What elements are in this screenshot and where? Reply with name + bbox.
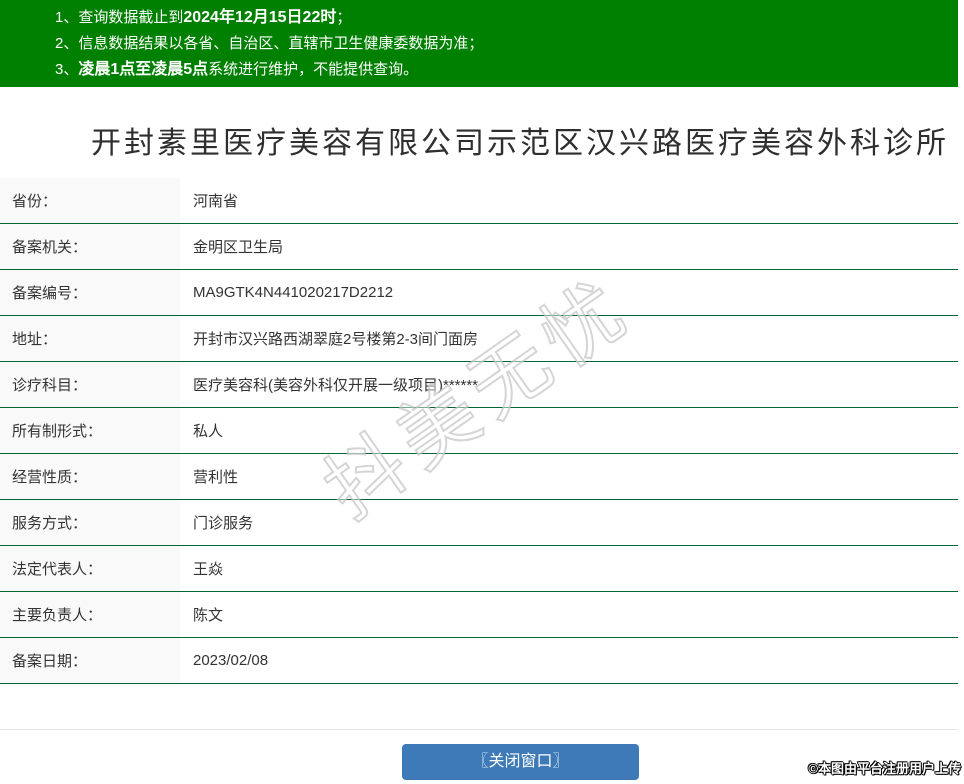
row-label: 经营性质： bbox=[0, 454, 180, 499]
notice-number: 2、 bbox=[55, 35, 78, 52]
row-value: 门诊服务 bbox=[180, 500, 958, 545]
row-value: 营利性 bbox=[180, 454, 958, 499]
table-row: 省份： 河南省 bbox=[0, 178, 958, 224]
table-row: 服务方式： 门诊服务 bbox=[0, 500, 958, 546]
row-value: 河南省 bbox=[180, 178, 958, 223]
row-label: 所有制形式： bbox=[0, 408, 180, 453]
notice-text-pre: 信息数据结果以各省、自治区、直辖市卫生健康委数据为准； bbox=[78, 35, 483, 52]
table-row: 备案日期： 2023/02/08 bbox=[0, 638, 958, 684]
row-label: 备案日期： bbox=[0, 638, 180, 683]
row-label: 主要负责人： bbox=[0, 592, 180, 637]
row-label: 省份： bbox=[0, 178, 180, 223]
table-row: 备案机关： 金明区卫生局 bbox=[0, 224, 958, 270]
row-value: 私人 bbox=[180, 408, 958, 453]
page-title: 开封素里医疗美容有限公司示范区汉兴路医疗美容外科诊所 bbox=[0, 118, 964, 162]
notice-text-bold: 凌晨1点至凌晨5点 bbox=[78, 61, 208, 78]
close-window-button[interactable]: 〖关闭窗口〗 bbox=[402, 744, 639, 780]
row-label: 备案机关： bbox=[0, 224, 180, 269]
notice-text-pre: 查询数据截止到 bbox=[78, 9, 183, 26]
notice-text-bold: 2024年12月15日22时 bbox=[183, 9, 336, 26]
corner-watermark: ©本图由平台注册用户上传 bbox=[808, 758, 961, 777]
row-value: MA9GTK4N441020217D2212 bbox=[180, 270, 958, 315]
footer-divider bbox=[0, 729, 958, 730]
notice-text-post: 系统进行维护，不能提供查询。 bbox=[208, 61, 418, 78]
row-label: 地址： bbox=[0, 316, 180, 361]
row-value: 金明区卫生局 bbox=[180, 224, 958, 269]
notice-line: 3、凌晨1点至凌晨5点系统进行维护，不能提供查询。 bbox=[55, 57, 958, 83]
row-value: 陈文 bbox=[180, 592, 958, 637]
notice-number: 1、 bbox=[55, 9, 78, 26]
row-value: 开封市汉兴路西湖翠庭2号楼第2-3间门面房 bbox=[180, 316, 958, 361]
table-row: 经营性质： 营利性 bbox=[0, 454, 958, 500]
notice-line: 2、信息数据结果以各省、自治区、直辖市卫生健康委数据为准； bbox=[55, 31, 958, 57]
table-row: 主要负责人： 陈文 bbox=[0, 592, 958, 638]
notice-number: 3、 bbox=[55, 61, 78, 78]
record-table: 省份： 河南省 备案机关： 金明区卫生局 备案编号： MA9GTK4N44102… bbox=[0, 178, 958, 684]
table-row: 备案编号： MA9GTK4N441020217D2212 bbox=[0, 270, 958, 316]
row-label: 服务方式： bbox=[0, 500, 180, 545]
row-value: 2023/02/08 bbox=[180, 638, 958, 683]
notice-line: 1、查询数据截止到2024年12月15日22时； bbox=[55, 5, 958, 31]
table-row: 诊疗科目： 医疗美容科(美容外科仅开展一级项目)****** bbox=[0, 362, 958, 408]
notice-bar: 1、查询数据截止到2024年12月15日22时； 2、信息数据结果以各省、自治区… bbox=[0, 0, 958, 87]
row-label: 诊疗科目： bbox=[0, 362, 180, 407]
row-label: 备案编号： bbox=[0, 270, 180, 315]
row-value: 王焱 bbox=[180, 546, 958, 591]
row-label: 法定代表人： bbox=[0, 546, 180, 591]
table-row: 所有制形式： 私人 bbox=[0, 408, 958, 454]
table-row: 地址： 开封市汉兴路西湖翠庭2号楼第2-3间门面房 bbox=[0, 316, 958, 362]
notice-text-post: ； bbox=[336, 9, 351, 26]
table-row: 法定代表人： 王焱 bbox=[0, 546, 958, 592]
row-value: 医疗美容科(美容外科仅开展一级项目)****** bbox=[180, 362, 958, 407]
